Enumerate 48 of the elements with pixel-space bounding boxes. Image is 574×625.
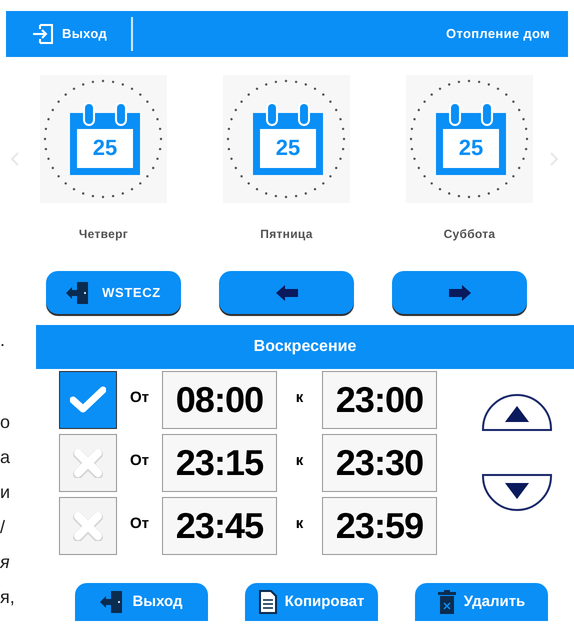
- from-label: От: [128, 514, 150, 534]
- delete-button[interactable]: Удалить: [415, 583, 548, 621]
- page-text-fragment: /: [0, 516, 6, 539]
- from-label: От: [128, 388, 150, 408]
- day-tile[interactable]: 25: [223, 75, 350, 203]
- door-exit-icon: [66, 282, 90, 304]
- triangle-down-icon: [505, 483, 529, 499]
- next-button[interactable]: [392, 271, 527, 314]
- copy-button[interactable]: Копироват: [245, 583, 378, 621]
- exit-button[interactable]: Выход: [75, 583, 208, 621]
- arrow-left-icon: [276, 284, 298, 300]
- from-label: От: [128, 451, 150, 471]
- cross-icon: [73, 511, 103, 541]
- door-exit-icon: [100, 591, 124, 613]
- back-button[interactable]: WSTECZ: [46, 271, 181, 314]
- page-text-fragment: а: [0, 446, 12, 469]
- day-label: Суббота: [444, 226, 496, 243]
- day-tile[interactable]: 25: [406, 75, 533, 203]
- checkbox[interactable]: [59, 434, 117, 492]
- triangle-up-icon: [505, 406, 529, 422]
- page-text-fragment: я,: [0, 586, 16, 609]
- day-tile[interactable]: 25: [40, 75, 167, 203]
- to-label: к: [294, 451, 304, 471]
- to-label: к: [294, 388, 304, 408]
- trash-icon: [438, 590, 456, 614]
- time-field[interactable]: 23:45: [162, 497, 277, 555]
- day-label: Четверг: [78, 226, 128, 243]
- exit-button[interactable]: Выход: [6, 14, 132, 54]
- page-text-fragment: о: [0, 411, 12, 434]
- to-label: к: [294, 514, 304, 534]
- page-text-fragment: и: [0, 481, 12, 504]
- document-icon: [258, 590, 277, 614]
- day-title-bar: Воскресение: [36, 325, 574, 369]
- checkbox[interactable]: [59, 497, 117, 555]
- exit-icon: [32, 23, 54, 45]
- screen-title: Отопление дом: [446, 25, 551, 44]
- day-label: Пятница: [260, 226, 313, 243]
- time-field[interactable]: 23:00: [322, 371, 437, 429]
- time-field[interactable]: 23:30: [322, 434, 437, 492]
- arrow-right-icon: [448, 284, 470, 300]
- time-field[interactable]: 23:15: [162, 434, 277, 492]
- previous-button[interactable]: [219, 271, 354, 314]
- checkmark-icon: [70, 386, 106, 414]
- time-field[interactable]: 08:00: [162, 371, 277, 429]
- checkbox[interactable]: [59, 371, 117, 429]
- time-field[interactable]: 23:59: [322, 497, 437, 555]
- page-text-fragment: .: [0, 335, 6, 352]
- cross-icon: [73, 448, 103, 478]
